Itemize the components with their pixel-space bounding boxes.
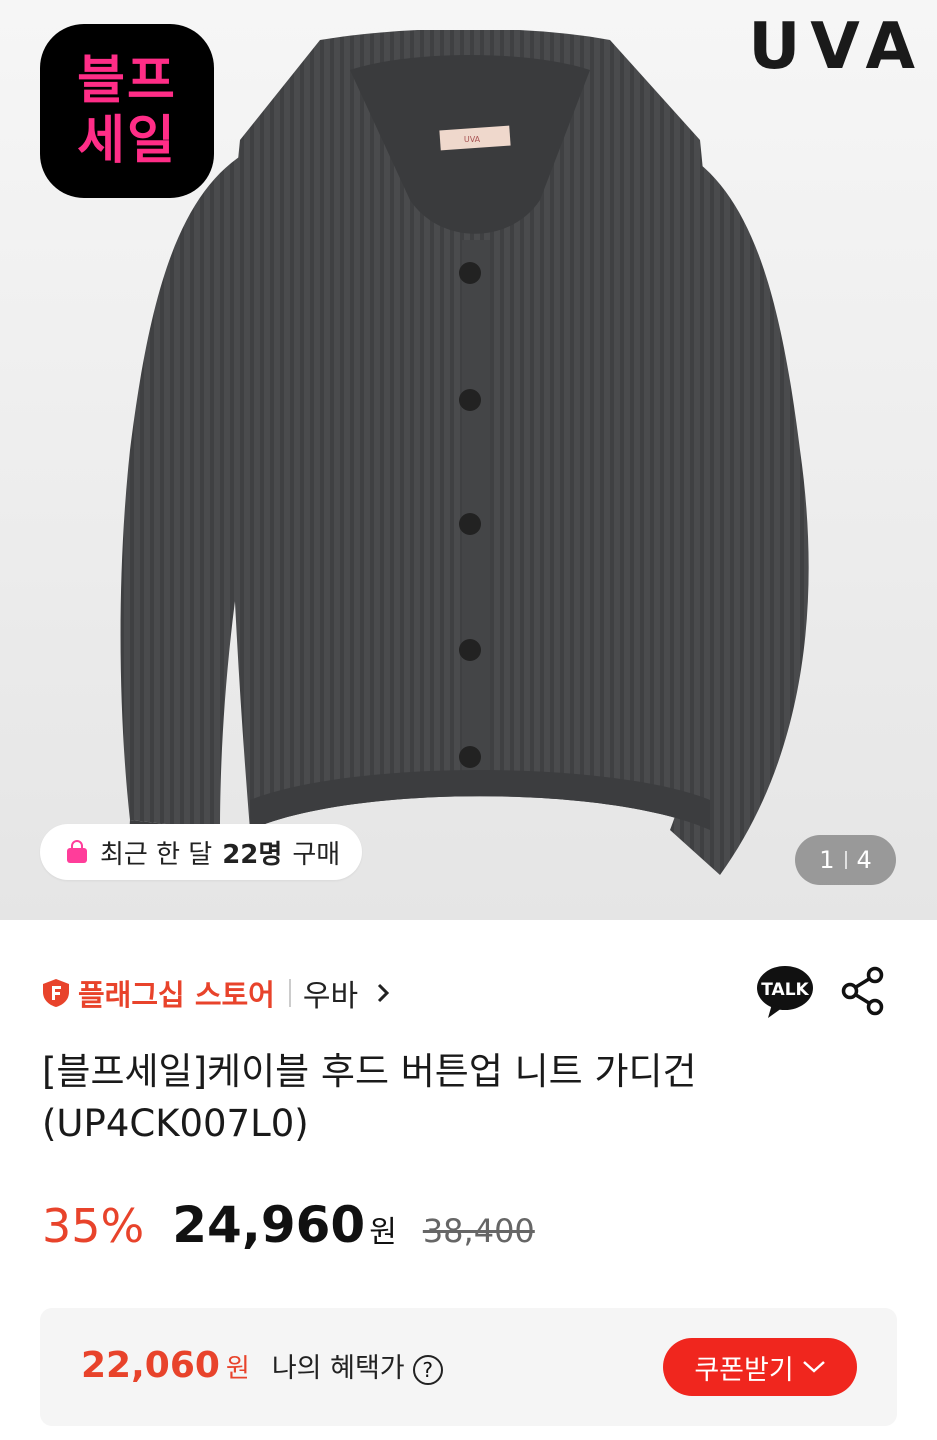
image-page-counter: 1 4 (795, 835, 896, 885)
help-icon[interactable]: ? (412, 1355, 443, 1385)
garment-label-text: UVA (464, 135, 481, 144)
shopping-bag-icon (67, 840, 87, 863)
price-row: 35% 24,960 원 38,400 (42, 1196, 535, 1254)
benefit-price-box: 22,060 원 나의 혜택가 ? 쿠폰받기 (40, 1308, 897, 1426)
share-icon[interactable] (840, 966, 886, 1016)
purchase-suffix: 구매 (292, 839, 341, 870)
recent-purchase-badge: 최근 한 달 22명 구매 (40, 824, 363, 880)
benefit-price-group: 22,060 원 나의 혜택가 ? (81, 1345, 443, 1386)
coupon-download-button[interactable]: 쿠폰받기 (663, 1338, 857, 1396)
sale-price-currency: 원 (369, 1215, 397, 1250)
benefit-label: 나의 혜택가 (271, 1353, 405, 1384)
chevron-down-icon (802, 1361, 825, 1373)
counter-divider (844, 851, 847, 869)
purchase-count: 22명 (222, 839, 283, 870)
chevron-right-icon[interactable] (376, 982, 390, 1004)
benefit-price: 22,060 (81, 1345, 220, 1386)
sale-price: 24,960 (172, 1196, 366, 1254)
page-current: 1 (819, 846, 835, 874)
coupon-button-label: 쿠폰받기 (694, 1354, 794, 1386)
store-info-row[interactable]: 플래그십 스토어 우바 (40, 968, 390, 1018)
brand-store-link[interactable]: 우바 (303, 971, 358, 1015)
product-image: UVA (120, 30, 809, 875)
flagship-store-icon (43, 979, 69, 1007)
original-price: 38,400 (422, 1212, 535, 1250)
store-type-label: 플래그십 스토어 (78, 978, 275, 1012)
page-total: 4 (856, 846, 872, 874)
product-image-gallery[interactable]: 블프 세일 UVA UVA 최근 한 달 22명 구매 1 4 (0, 0, 937, 920)
product-title: [블프세일]케이블 후드 버튼업 니트 가디건 (UP4CK007L0) (42, 1050, 697, 1145)
talk-chat-button[interactable]: TALK (756, 964, 816, 1020)
benefit-currency: 원 (225, 1354, 250, 1384)
discount-rate: 35% (42, 1199, 145, 1253)
talk-label: TALK (761, 980, 809, 1000)
store-divider (288, 979, 291, 1007)
purchase-prefix: 최근 한 달 (100, 839, 213, 870)
